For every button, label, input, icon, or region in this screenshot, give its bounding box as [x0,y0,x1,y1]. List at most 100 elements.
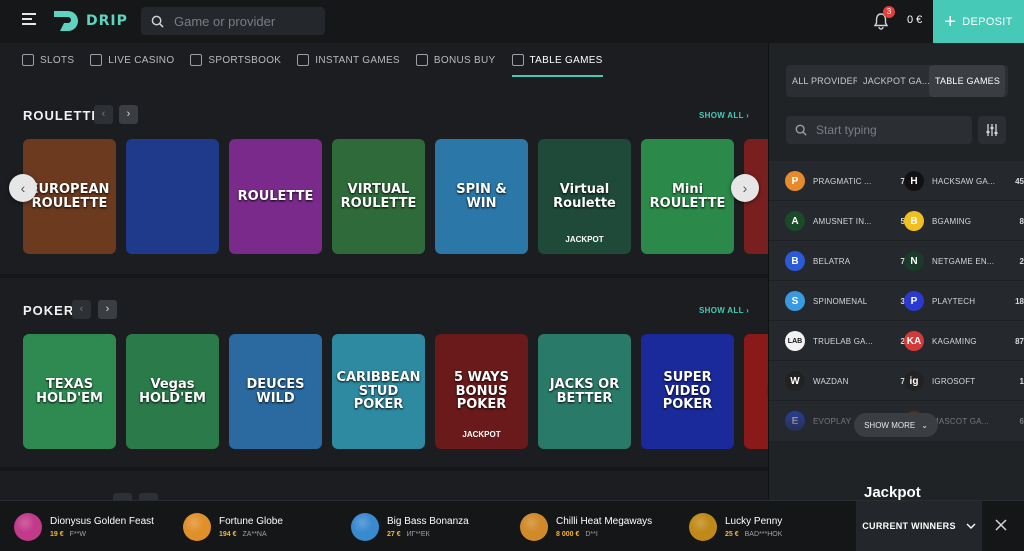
provider-item[interactable]: W WAZDAN 7 [785,370,905,392]
poker-game-tile[interactable]: CARIBBEAN STUD POKER [332,334,425,449]
winner-item[interactable]: Dionysus Golden Feast 19 € F**W [14,511,154,543]
game-tile-title: Mini ROULETTE [649,181,726,211]
winner-username: ZA**NA [242,531,267,538]
roulette-game-tile[interactable]: SPIN & WIN [435,139,528,254]
section-divider [0,467,768,471]
next-section-next-button[interactable] [139,493,158,500]
winner-item[interactable]: Big Bass Bonanza 27 € ИГ**ЕК [351,511,469,543]
balance[interactable]: 0 € [907,14,922,26]
next-section-prev-button[interactable] [113,493,132,500]
winner-game-name: Big Bass Bonanza [387,516,469,527]
provider-search[interactable] [786,116,972,144]
roulette-game-tile[interactable] [126,139,219,254]
tab-jackpot-ga[interactable]: JACKPOT GA... [857,65,929,97]
provider-item[interactable]: P PRAGMATIC ... 7 [785,170,905,192]
current-winners-dropdown[interactable]: CURRENT WINNERS [856,501,982,551]
roulette-game-tile[interactable]: VIRTUAL ROULETTE [332,139,425,254]
game-thumbnail [183,513,211,541]
tab-table-games[interactable]: TABLE GAMES [929,65,1005,97]
winner-info: Dionysus Golden Feast 19 € F**W [50,516,154,538]
game-tile-title: TEXAS HOLD'EM [36,376,103,406]
game-tile-title: DEUCES WILD [246,376,305,406]
provider-logo-icon: B [904,211,924,231]
provider-item[interactable]: A AMUSNET IN... 5 [785,210,905,232]
nav-item-bonus-buy[interactable]: BONUS BUY [415,43,496,77]
search-icon [795,124,807,136]
winner-game-name: Lucky Penny [725,516,783,527]
close-icon[interactable] [994,518,1008,532]
poker-carousel: TEXAS HOLD'EM Vegas HOLD'EM DEUCES WILD CAR… [23,334,768,449]
poker-game-tile[interactable]: Vegas HOLD'EM [126,334,219,449]
tab-all-providers[interactable]: ALL PROVIDERS [786,65,857,97]
search-bar[interactable] [141,7,325,35]
winner-amount: 194 € [219,531,237,538]
roulette-game-tile[interactable]: EUROPEAN ROULETTE [23,139,116,254]
filter-button[interactable] [978,116,1006,144]
winner-meta: 25 € BAD***HOK [725,531,782,538]
poker-game-tile[interactable]: DEUCES WILD [229,334,322,449]
poker-game-tile[interactable]: SUPER VIDEO POKER [641,334,734,449]
provider-row: A AMUSNET IN... 5 B BGAMING 8 [769,201,1024,241]
nav-item-label: SLOTS [40,54,75,66]
provider-item[interactable]: S SPINOMENAL 3 [785,290,905,312]
provider-count: 7 [900,256,905,266]
nav-item-label: LIVE CASINO [108,54,175,66]
current-winners-label: CURRENT WINNERS [862,521,956,531]
logo[interactable]: DRIP [52,8,128,34]
poker-next-button[interactable]: › [98,300,117,319]
poker-game-tile[interactable]: 5 WAYS BONUS POKER JACKPOT [435,334,528,449]
winner-item[interactable]: Chilli Heat Megaways 8 000 € D**I [520,511,652,543]
poker-game-tile[interactable]: TEXAS HOLD'EM [23,334,116,449]
roulette-show-all-link[interactable]: SHOW ALL › [699,111,749,120]
provider-search-input[interactable] [816,123,966,137]
provider-name: BELATRA [813,256,851,266]
game-tile-badge: JACKPOT [565,235,604,244]
poker-prev-button[interactable]: ‹ [72,300,91,319]
nav-item-table-games[interactable]: TABLE GAMES [511,43,603,77]
provider-name: TRUELAB GA... [813,336,873,346]
section-divider [0,274,768,278]
nav-item-slots[interactable]: SLOTS [22,43,74,77]
search-input[interactable] [174,13,314,29]
show-more-button[interactable]: SHOW MORE ⌄ [854,413,938,437]
winner-item[interactable]: Fortune Globe 194 € ZA**NA [183,511,283,543]
chevron-right-icon: › [746,111,750,120]
roulette-next-button[interactable]: › [119,105,138,124]
winner-amount: 19 € [50,531,64,538]
nav-item-instant-games[interactable]: INSTANT GAMES [297,43,400,77]
provider-item[interactable]: ig IGROSOFT 1 [904,370,1024,392]
chevron-down-icon [966,523,976,529]
winner-meta: 19 € F**W [50,531,154,538]
provider-item[interactable]: B BGAMING 8 [904,210,1024,232]
deposit-button[interactable]: + DEPOSIT [933,0,1024,43]
nav-item-sportsbook[interactable]: SPORTSBOOK [190,43,281,77]
provider-item[interactable]: N NETGAME EN... 2 [904,250,1024,272]
carousel-next-arrow[interactable]: › [731,174,759,202]
poker-game-tile[interactable]: JACKS OR BETTER [538,334,631,449]
game-tile-title: VIRTUAL ROULETTE [340,181,417,211]
poker-show-all-link[interactable]: SHOW ALL › [699,306,749,315]
roulette-game-tile[interactable]: Virtual Roulette JACKPOT [538,139,631,254]
provider-item[interactable]: H HACKSAW GA... 45 [904,170,1024,192]
roulette-prev-button[interactable]: ‹ [94,105,113,124]
provider-count: 7 [900,376,905,386]
provider-item[interactable]: KA KAGAMING 87 [904,330,1024,352]
provider-item[interactable]: LAB TRUELAB GA... 2 [785,330,905,352]
provider-row: LAB TRUELAB GA... 2 KA KAGAMING 87 [769,321,1024,361]
nav-item-live-casino[interactable]: LIVE CASINO [90,43,174,77]
provider-count: 5 [900,216,905,226]
winner-username: ИГ**ЕК [406,531,430,538]
winner-item[interactable]: Lucky Penny 25 € BAD***HOK [689,511,782,543]
hamburger-menu-icon[interactable] [22,13,36,27]
provider-item[interactable]: P PLAYTECH 18 [904,290,1024,312]
roulette-game-tile[interactable]: Mini ROULETTE [641,139,734,254]
carousel-prev-arrow[interactable]: ‹ [9,174,37,202]
nav-item-label: TABLE GAMES [529,54,603,66]
game-tile-title: Vegas HOLD'EM [139,376,206,406]
winner-game-name: Chilli Heat Megaways [556,516,653,527]
provider-item[interactable]: B BELATRA 7 [785,250,905,272]
provider-logo-icon: A [785,211,805,231]
poker-game-tile[interactable]: BO PO [744,334,768,449]
roulette-game-tile[interactable]: ROULETTE [229,139,322,254]
game-thumbnail [14,513,42,541]
